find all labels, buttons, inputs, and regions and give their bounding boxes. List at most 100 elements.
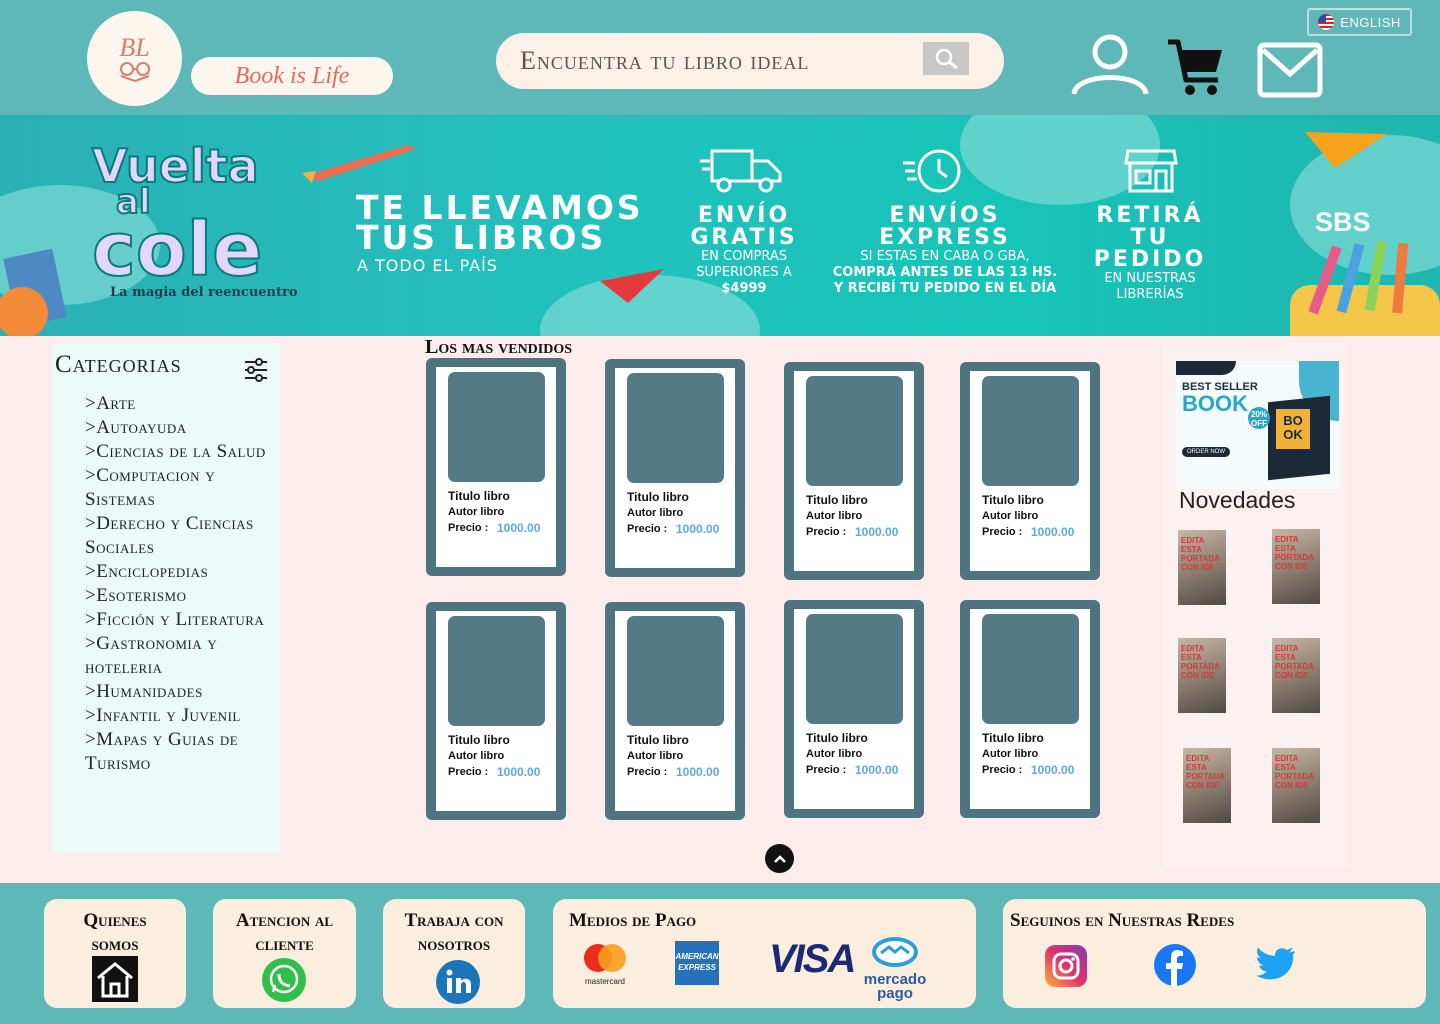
us-flag-icon — [1318, 14, 1335, 30]
product-title[interactable]: Titulo libro — [982, 731, 1044, 745]
product-card[interactable]: Titulo libro Autor libro Precio : 1000.0… — [426, 358, 566, 576]
scroll-to-top-button[interactable] — [765, 844, 794, 873]
footer-payments: Medios de Pago mastercard AMERICAN EXPRE… — [553, 899, 976, 1008]
product-card[interactable]: Titulo libro Autor libro Precio : 1000.0… — [960, 362, 1100, 580]
free-shipping-title-1: ENVÍO — [697, 203, 791, 228]
category-item[interactable]: >Mapas y Guias de Turismo — [85, 728, 275, 776]
jobs-title[interactable]: Trabaja con nosotros — [383, 909, 525, 957]
language-button[interactable]: ENGLISH — [1307, 8, 1412, 36]
mail-icon[interactable] — [1257, 42, 1323, 98]
facebook-icon[interactable] — [1153, 943, 1197, 987]
product-price-label: Precio : — [982, 764, 1023, 776]
news-title: Novedades — [1179, 487, 1296, 513]
product-price: 1000.00 — [497, 521, 541, 535]
product-price-label: Precio : — [627, 766, 668, 778]
product-card[interactable]: Titulo libro Autor libro Precio : 1000.0… — [960, 600, 1100, 818]
product-price-label: Precio : — [627, 523, 668, 535]
news-thumbnail[interactable]: EDITA ESTA PORTADA CON IDE — [1272, 638, 1320, 713]
product-title[interactable]: Titulo libro — [806, 493, 868, 507]
search-button[interactable] — [923, 42, 969, 75]
category-item[interactable]: >Derecho y Ciencias Sociales — [85, 512, 275, 560]
product-image[interactable] — [806, 614, 903, 724]
news-thumbnail[interactable]: EDITA ESTA PORTADA CON IDE — [1272, 748, 1320, 823]
news-thumbnail[interactable]: EDITA ESTA PORTADA CON IDE — [1178, 638, 1226, 713]
footer-jobs[interactable]: Trabaja con nosotros — [383, 899, 525, 1008]
support-title[interactable]: Atencion al cliente — [213, 909, 356, 957]
logo[interactable]: BL — [87, 11, 182, 106]
search-input[interactable] — [520, 41, 910, 81]
product-author: Autor libro — [982, 510, 1039, 522]
product-card[interactable]: Titulo libro Autor libro Precio : 1000.0… — [605, 359, 745, 577]
product-author: Autor libro — [448, 506, 505, 518]
footer-social: Seguinos en Nuestras Redes — [1003, 899, 1426, 1008]
product-author: Autor libro — [627, 507, 684, 519]
mercadopago-icon — [872, 937, 918, 967]
product-title[interactable]: Titulo libro — [627, 490, 689, 504]
promo-ad[interactable]: BEST SELLER BOOK BO OK 20% OFF ORDER NOW — [1176, 361, 1339, 489]
about-title[interactable]: Quienes somos — [44, 909, 186, 957]
banner-headline-2: TUS LIBROS — [356, 218, 607, 257]
news-thumbnail[interactable]: EDITA ESTA PORTADA CON IDE — [1183, 748, 1231, 823]
category-item[interactable]: >Ciencias de la Salud — [85, 440, 275, 464]
site-footer: Quienes somos Atencion al cliente Trabaj… — [0, 883, 1440, 1024]
news-thumb-text: EDITA ESTA PORTADA CON IDE — [1275, 754, 1314, 790]
linkedin-icon[interactable] — [435, 959, 481, 1005]
product-price-label: Precio : — [982, 526, 1023, 538]
category-item[interactable]: >Gastronomia y hoteleria — [85, 632, 275, 680]
free-shipping-text-3: $4999 — [721, 281, 767, 296]
category-item[interactable]: >Infantil y Juvenil — [85, 704, 275, 728]
category-item[interactable]: >Ficción y Literatura — [85, 608, 275, 632]
news-thumbnail[interactable]: EDITA ESTA PORTADA CON IDE — [1178, 530, 1226, 605]
promo-banner[interactable]: Vuelta al cole La magia del reencuentro … — [0, 115, 1440, 336]
product-image[interactable] — [448, 372, 545, 482]
news-thumbnail[interactable]: EDITA ESTA PORTADA CON IDE — [1272, 529, 1320, 604]
instagram-icon[interactable] — [1045, 945, 1087, 987]
product-title[interactable]: Titulo libro — [982, 493, 1044, 507]
express-title-1: ENVÍOS — [889, 203, 1001, 228]
twitter-icon[interactable] — [1256, 947, 1296, 981]
footer-about[interactable]: Quienes somos — [44, 899, 186, 1008]
brand-name[interactable]: Book is Life — [191, 57, 393, 95]
language-label: ENGLISH — [1340, 14, 1401, 30]
product-card[interactable]: Titulo libro Autor libro Precio : 1000.0… — [784, 362, 924, 580]
product-title[interactable]: Titulo libro — [448, 489, 510, 503]
banner-headline-sub: A TODO EL PAÍS — [357, 256, 498, 275]
category-item[interactable]: >Autoayuda — [85, 416, 275, 440]
product-author: Autor libro — [448, 750, 505, 762]
product-image[interactable] — [982, 614, 1079, 724]
product-card[interactable]: Titulo libro Autor libro Precio : 1000.0… — [605, 602, 745, 820]
product-card[interactable]: Titulo libro Autor libro Precio : 1000.0… — [426, 602, 566, 820]
filter-icon[interactable] — [243, 357, 269, 383]
category-item[interactable]: >Humanidades — [85, 680, 275, 704]
product-image[interactable] — [806, 376, 903, 486]
category-list: >Arte >Autoayuda >Ciencias de la Salud >… — [85, 392, 275, 776]
whatsapp-icon[interactable] — [261, 957, 307, 1003]
product-title[interactable]: Titulo libro — [806, 731, 868, 745]
product-card[interactable]: Titulo libro Autor libro Precio : 1000.0… — [784, 600, 924, 818]
user-icon[interactable] — [1070, 32, 1150, 96]
product-image[interactable] — [982, 376, 1079, 486]
category-item[interactable]: >Computacion y Sistemas — [85, 464, 275, 512]
news-thumb-text: EDITA ESTA PORTADA CON IDE — [1275, 644, 1314, 680]
product-image[interactable] — [448, 616, 545, 726]
product-price: 1000.00 — [1031, 525, 1075, 539]
campaign-line3: cole — [91, 207, 263, 293]
cart-icon[interactable] — [1166, 38, 1226, 98]
footer-support[interactable]: Atencion al cliente — [213, 899, 356, 1008]
product-image[interactable] — [627, 616, 724, 726]
mercadopago-logo: mercado pago — [859, 935, 931, 1001]
category-item[interactable]: >Enciclopedias — [85, 560, 275, 584]
home-icon[interactable] — [92, 956, 138, 1002]
product-price: 1000.00 — [1031, 763, 1075, 777]
product-title[interactable]: Titulo libro — [627, 733, 689, 747]
product-title[interactable]: Titulo libro — [448, 733, 510, 747]
logo-initials: BL — [119, 32, 150, 62]
product-image[interactable] — [627, 373, 724, 483]
category-item[interactable]: >Esoterismo — [85, 584, 275, 608]
bestsellers-title: Los mas vendidos — [425, 336, 573, 358]
news-thumb-text: EDITA ESTA PORTADA CON IDE — [1186, 754, 1225, 790]
site-header: BL Book is Life ENGLISH — [0, 0, 1440, 115]
product-author: Autor libro — [982, 748, 1039, 760]
promo-order-button[interactable]: ORDER NOW — [1182, 447, 1230, 457]
category-item[interactable]: >Arte — [85, 392, 275, 416]
